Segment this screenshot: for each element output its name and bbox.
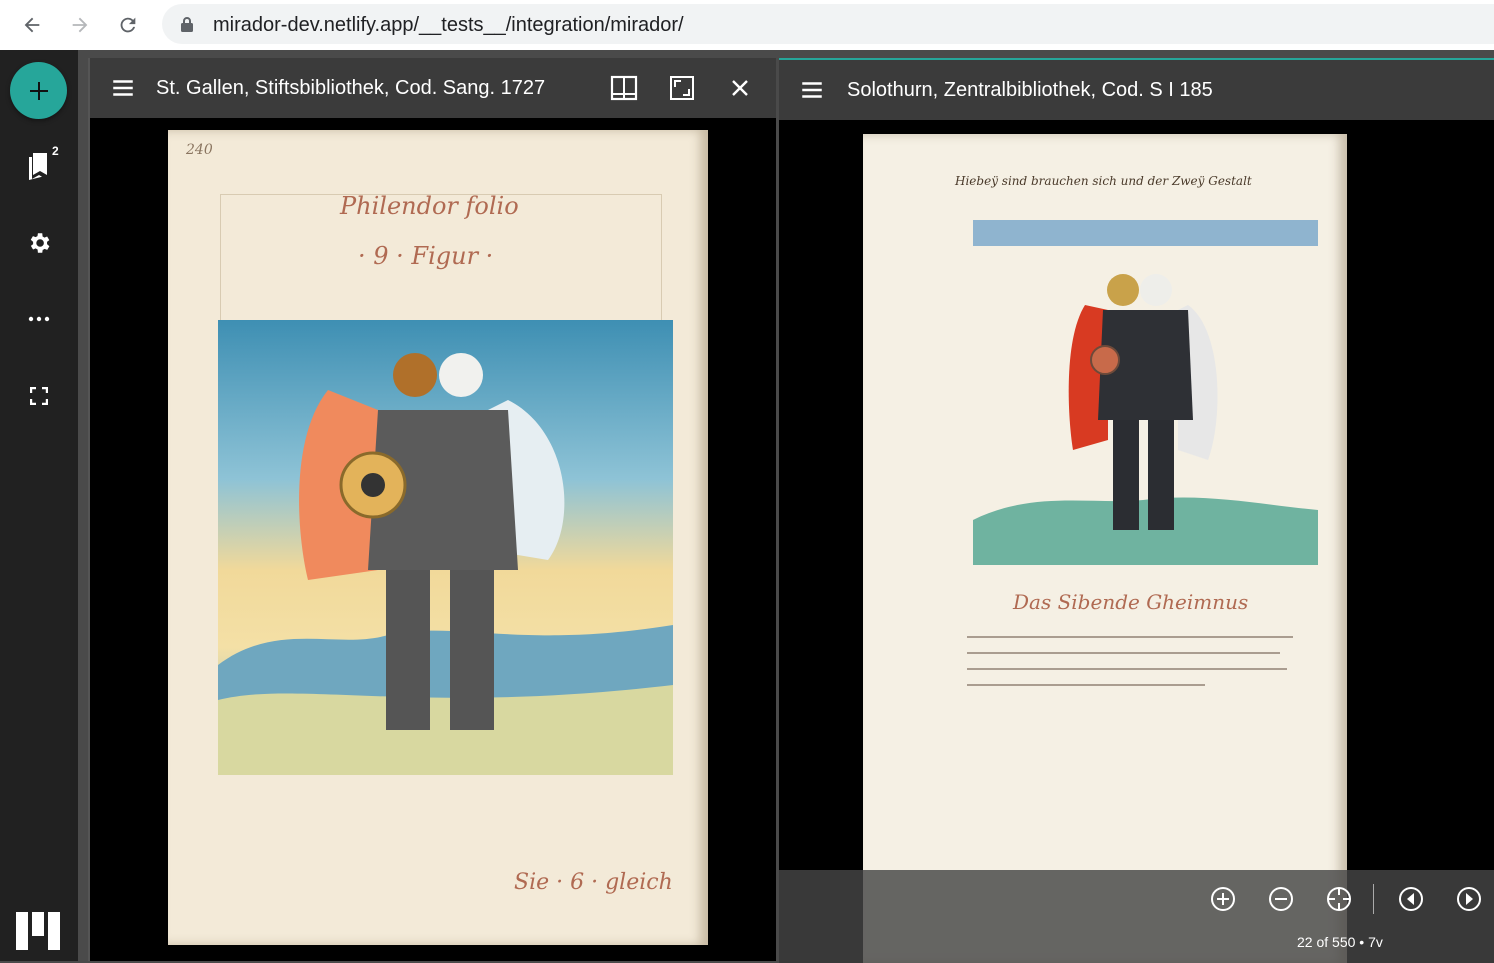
settings-button[interactable] [23, 227, 55, 259]
zoom-reset-button[interactable] [1325, 885, 1353, 913]
view-type-button[interactable] [608, 72, 640, 104]
more-button[interactable] [23, 303, 55, 335]
page-top-script: Hiebeÿ sind brauchen sich und der Zweÿ G… [955, 174, 1252, 188]
back-button[interactable] [16, 9, 48, 41]
manuscript-page: Hiebeÿ sind brauchen sich und der Zweÿ G… [863, 134, 1347, 963]
reload-button[interactable] [112, 9, 144, 41]
close-window-button[interactable] [724, 72, 756, 104]
menu-icon[interactable] [799, 77, 825, 103]
browser-toolbar: mirador-dev.netlify.app/__tests__/integr… [0, 0, 1494, 50]
mirador-logo [16, 912, 60, 950]
page-heading-line1: Philendor folio [340, 192, 519, 220]
arrow-left-icon [24, 17, 40, 33]
window-topbar: Solothurn, Zentralbibliothek, Cod. S I 1… [779, 60, 1494, 120]
folio-number: 240 [186, 142, 213, 158]
window-list-icon [29, 153, 47, 180]
miniature-illustration [973, 220, 1318, 565]
settings-icon [30, 233, 50, 253]
zoom-in-button[interactable] [1209, 885, 1237, 913]
book-view-icon [610, 75, 638, 101]
window-title: Solothurn, Zentralbibliothek, Cod. S I 1… [847, 79, 1213, 101]
fullscreen-button[interactable] [23, 380, 55, 412]
manuscript-page: 240 Philendor folio · 9 · Figur · Sie · … [168, 130, 708, 945]
add-resource-button[interactable] [10, 62, 67, 119]
window-list-button[interactable] [23, 149, 55, 181]
more-icon [28, 316, 50, 322]
menu-icon[interactable] [110, 75, 136, 101]
lock-icon [181, 17, 193, 32]
zoom-out-button[interactable] [1267, 885, 1295, 913]
window-topbar: St. Gallen, Stiftsbibliothek, Cod. Sang.… [90, 58, 776, 118]
forward-button[interactable] [64, 9, 96, 41]
zoom-separator [1373, 884, 1374, 914]
viewer-canvas[interactable]: Hiebeÿ sind brauchen sich und der Zweÿ G… [779, 120, 1494, 963]
page-footer-script: Sie · 6 · gleich [514, 870, 673, 895]
previous-icon [1399, 887, 1423, 911]
window-st-gallen: St. Gallen, Stiftsbibliothek, Cod. Sang.… [88, 58, 776, 961]
arrow-right-icon [72, 17, 88, 33]
workspace-control-panel: 2 [0, 50, 78, 961]
maximize-window-button[interactable] [666, 72, 698, 104]
zoom-in-icon [1211, 887, 1235, 911]
window-count-badge: 2 [52, 144, 59, 158]
viewer-canvas[interactable]: 240 Philendor folio · 9 · Figur · Sie · … [90, 118, 776, 961]
next-icon [1457, 887, 1481, 911]
url-text: mirador-dev.netlify.app/__tests__/integr… [213, 14, 684, 36]
zoom-controls: 22 of 550 • 7v [779, 870, 1494, 963]
page-caption: Das Sibende Gheimnus [1013, 590, 1249, 614]
window-solothurn: Solothurn, Zentralbibliothek, Cod. S I 1… [779, 58, 1494, 963]
miniature-illustration [218, 320, 673, 775]
page-heading-line2: · 9 · Figur · [358, 242, 494, 270]
plus-icon [29, 81, 48, 100]
reset-zoom-icon [1327, 887, 1351, 911]
next-canvas-button[interactable] [1455, 885, 1483, 913]
canvas-page-info: 22 of 550 • 7v [1297, 934, 1383, 950]
close-icon [732, 80, 748, 96]
fullscreen-icon [30, 387, 48, 405]
handwritten-text-block [967, 626, 1307, 722]
reload-icon [120, 17, 136, 33]
zoom-out-icon [1269, 887, 1293, 911]
previous-canvas-button[interactable] [1397, 885, 1425, 913]
window-title: St. Gallen, Stiftsbibliothek, Cod. Sang.… [156, 77, 546, 99]
address-bar[interactable]: mirador-dev.netlify.app/__tests__/integr… [162, 4, 1494, 44]
maximize-icon [670, 76, 694, 100]
